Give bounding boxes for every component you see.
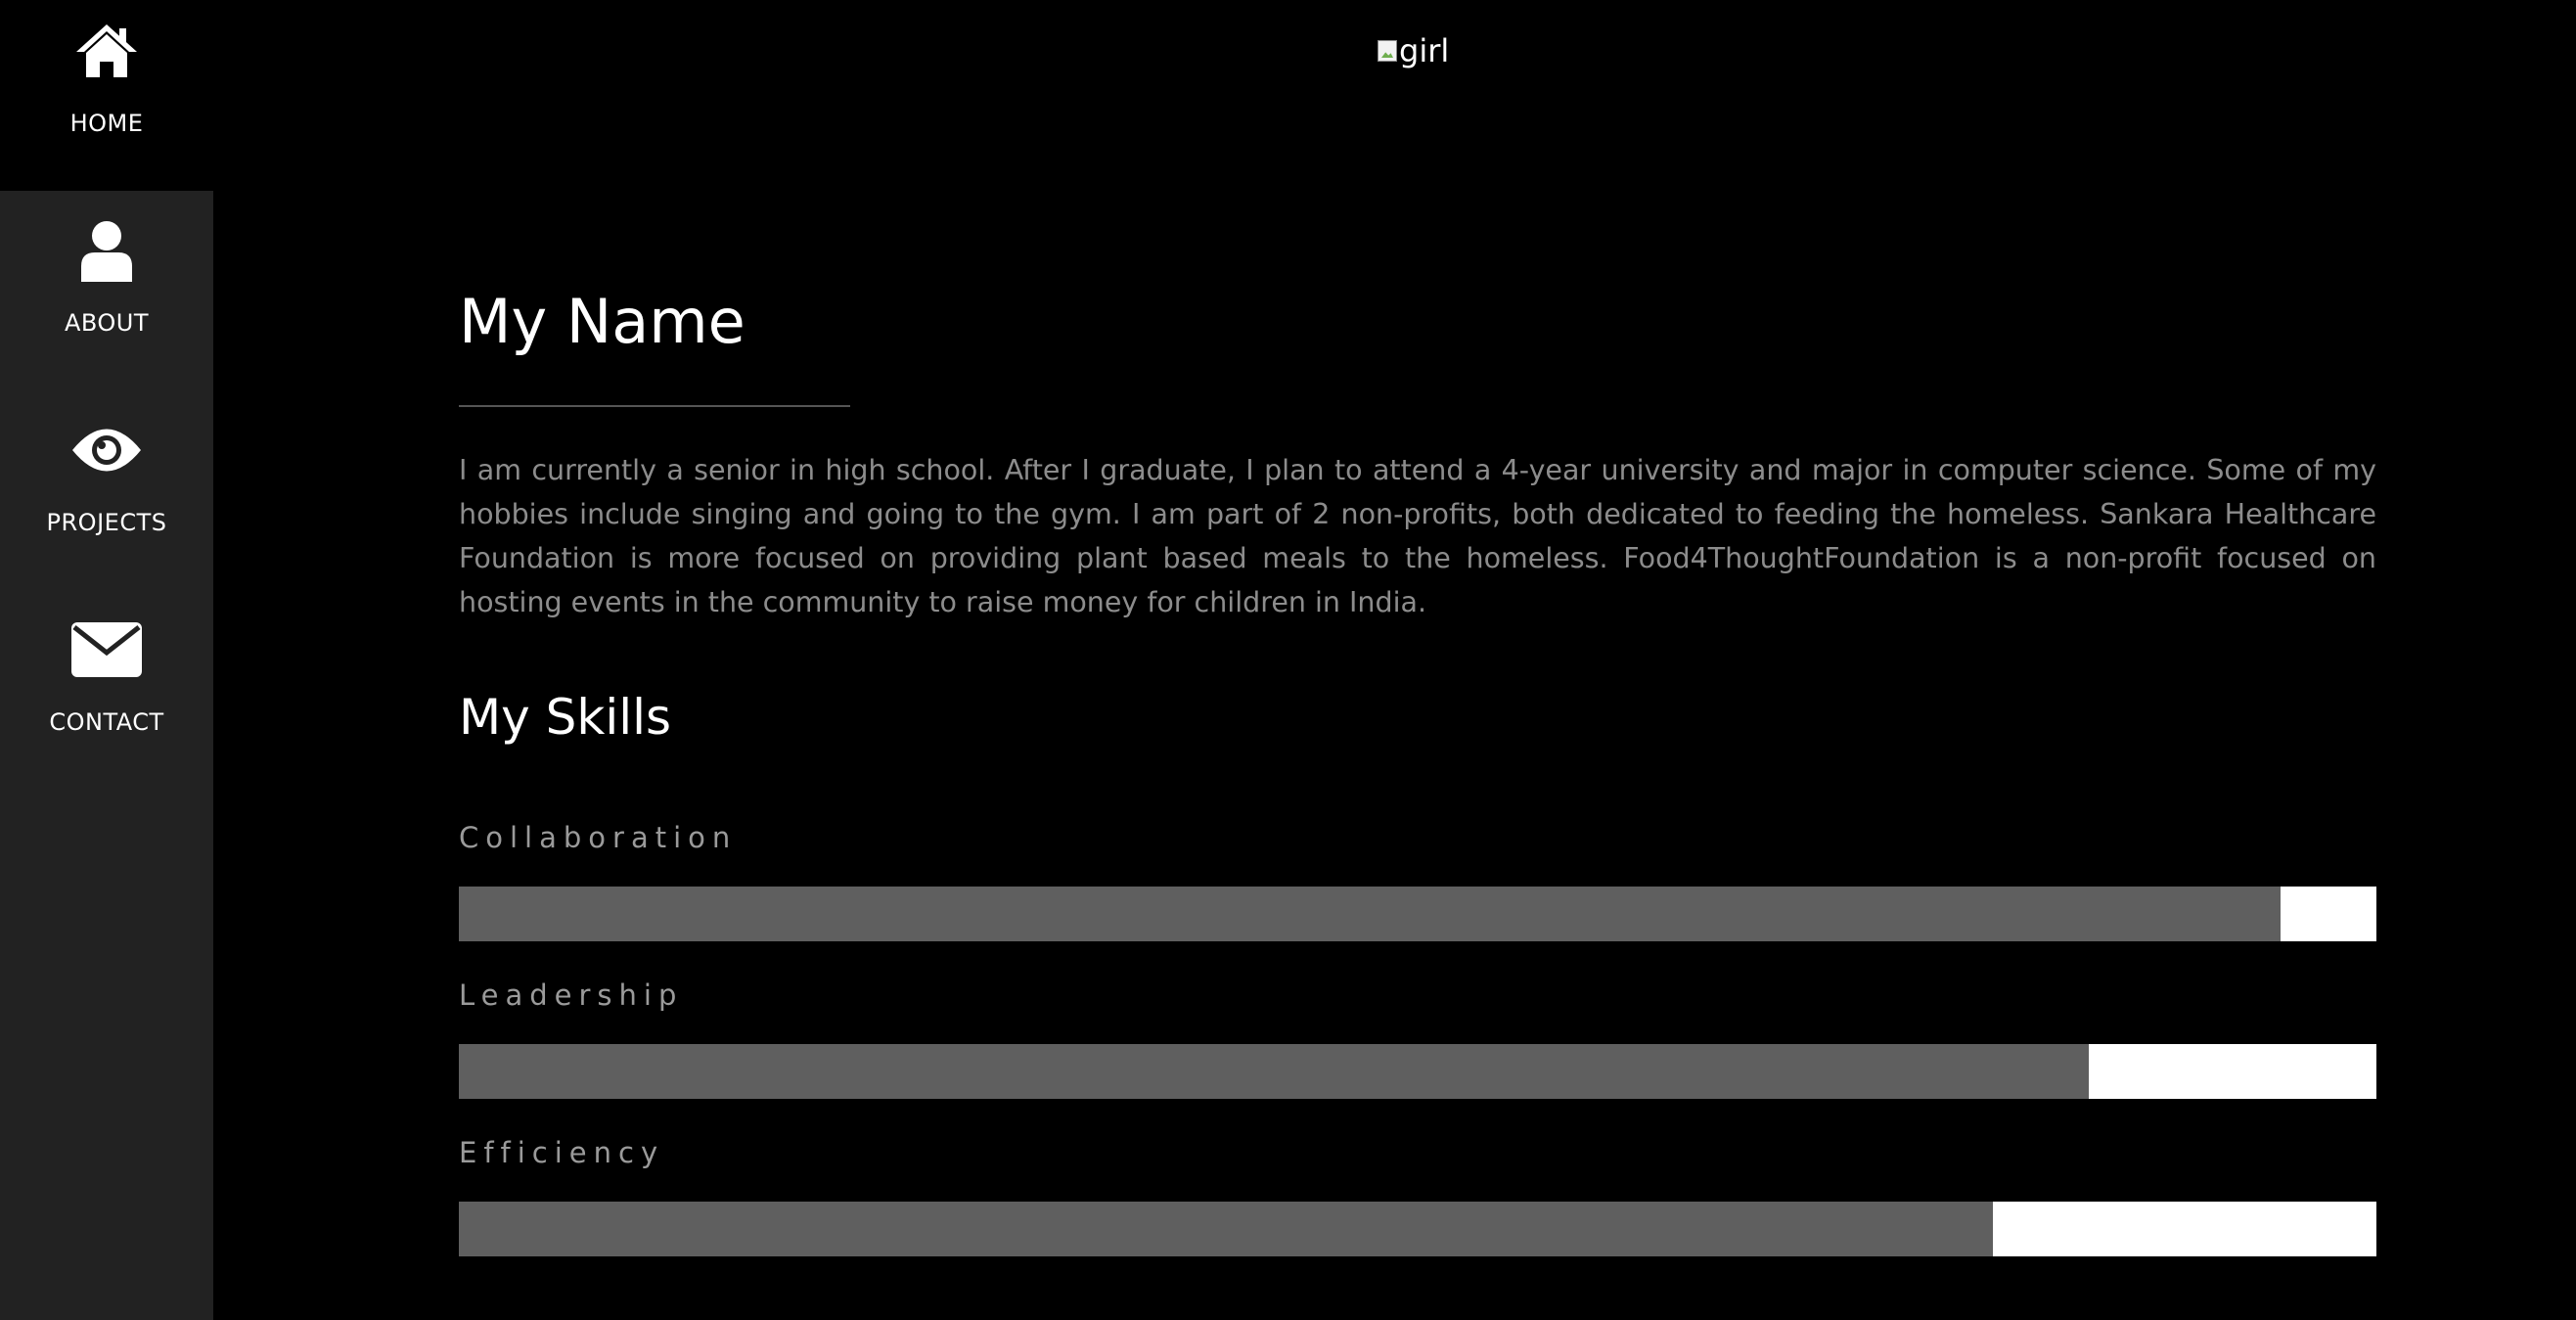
- nav-label-contact: CONTACT: [49, 708, 164, 736]
- envelope-icon: [0, 618, 213, 681]
- broken-image-icon: [1378, 40, 1397, 62]
- sidebar-nav: HOME ABOUT PROJECTS CONTACT: [0, 0, 213, 1320]
- nav-item-projects[interactable]: PROJECTS: [0, 399, 213, 590]
- skill-bar: [459, 1044, 2376, 1099]
- profile-image: girl: [1378, 29, 1449, 72]
- page-title: My Name: [459, 286, 746, 357]
- skill-label: Efficiency: [459, 1136, 665, 1169]
- nav-label-projects: PROJECTS: [46, 509, 167, 536]
- skill-label: Leadership: [459, 979, 684, 1012]
- nav-item-about[interactable]: ABOUT: [0, 200, 213, 390]
- user-icon: [0, 219, 213, 282]
- skill-collaboration: Collaboration: [459, 814, 2376, 941]
- skill-efficiency: Efficiency: [459, 1129, 2376, 1256]
- nav-label-home: HOME: [69, 110, 144, 137]
- skills-title: My Skills: [459, 689, 672, 746]
- nav-item-home[interactable]: HOME: [0, 0, 213, 191]
- home-icon: [0, 20, 213, 82]
- title-divider: [459, 405, 850, 407]
- nav-item-contact[interactable]: CONTACT: [0, 599, 213, 790]
- profile-image-alt: girl: [1399, 32, 1450, 69]
- skill-bar-fill: [459, 1202, 1993, 1256]
- bio-paragraph: I am currently a senior in high school. …: [459, 454, 2376, 618]
- skill-bar-fill: [459, 1044, 2089, 1099]
- skill-label: Collaboration: [459, 821, 738, 854]
- skill-bar: [459, 887, 2376, 941]
- skill-bar: [459, 1202, 2376, 1256]
- nav-label-about: ABOUT: [64, 309, 150, 337]
- skill-bar-fill: [459, 887, 2281, 941]
- eye-icon: [0, 419, 213, 481]
- skill-leadership: Leadership: [459, 972, 2376, 1099]
